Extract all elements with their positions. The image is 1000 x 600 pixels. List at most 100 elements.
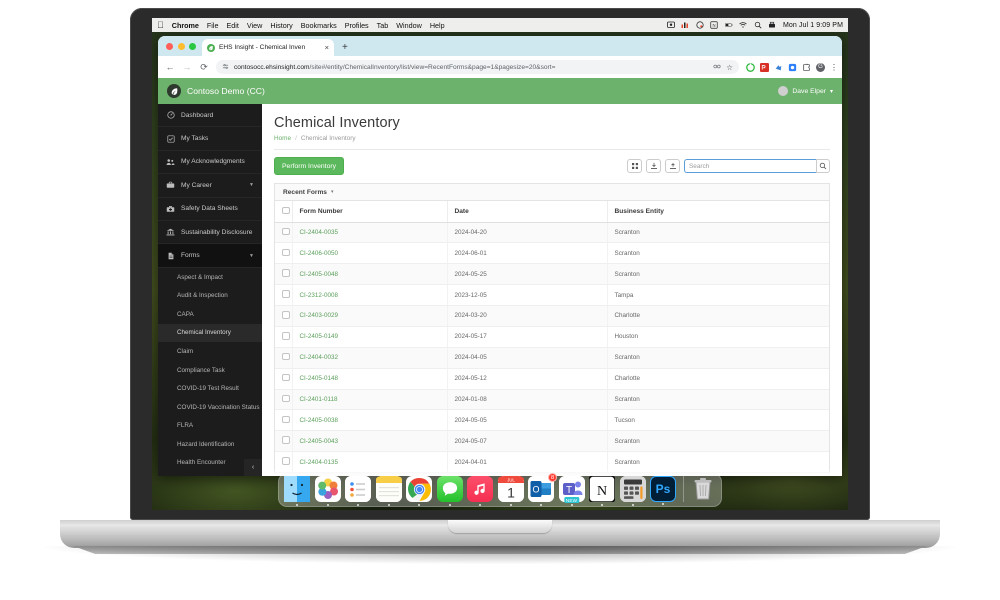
- notion-icon[interactable]: N: [710, 21, 719, 29]
- screen-record-icon[interactable]: [667, 21, 675, 29]
- sidebar-subitem-hazard-identification[interactable]: Hazard Identification: [158, 435, 262, 454]
- chrome-profile-avatar[interactable]: G: [816, 62, 825, 72]
- address-bar[interactable]: contosocc.ehsinsight.com/site#/entity/Ch…: [216, 60, 739, 74]
- menubar-item-tab[interactable]: Tab: [377, 21, 389, 30]
- reader-mode-icon[interactable]: [713, 63, 721, 72]
- sidebar-subitem-aspect-impact[interactable]: Aspect & Impact: [158, 267, 262, 287]
- maximize-window-button[interactable]: [189, 42, 196, 50]
- row-checkbox[interactable]: [282, 332, 290, 340]
- sidebar-item-forms[interactable]: Forms ▼: [158, 244, 262, 268]
- dock-item-notion[interactable]: N: [589, 476, 615, 506]
- bookmark-star-icon[interactable]: ☆: [726, 63, 733, 72]
- sidebar-item-safety-data-sheets[interactable]: Safety Data Sheets: [158, 198, 262, 221]
- sidebar-subitem-capa[interactable]: CAPA: [158, 304, 262, 324]
- form-number-link[interactable]: CI-2405-0149: [300, 333, 339, 340]
- close-window-button[interactable]: [166, 42, 173, 50]
- sidebar-subitem-covid-19-vaccination-status[interactable]: COVID-19 Vaccination Status: [158, 397, 262, 417]
- browser-tab[interactable]: EHS Insight - Chemical Inven ×: [202, 39, 334, 56]
- table-row[interactable]: CI-2403-0029 2024-03-20 Charlotte: [275, 305, 829, 327]
- search-input[interactable]: [684, 159, 816, 173]
- menubar-item-help[interactable]: Help: [430, 21, 445, 30]
- sidebar-subitem-chemical-inventory[interactable]: Chemical Inventory: [158, 323, 262, 343]
- row-checkbox[interactable]: [282, 415, 290, 424]
- row-checkbox[interactable]: [282, 269, 290, 277]
- table-row[interactable]: CI-2405-0048 2024-05-25 Scranton: [275, 263, 829, 286]
- blue-extension-icon[interactable]: [774, 63, 783, 72]
- dock-item-chrome[interactable]: [406, 476, 432, 506]
- row-checkbox[interactable]: [282, 227, 290, 236]
- table-row[interactable]: CI-2405-0043 2024-05-07 Scranton: [275, 430, 829, 453]
- stats-icon[interactable]: [681, 21, 689, 29]
- column-header-business-entity[interactable]: Business Entity: [607, 201, 829, 223]
- row-checkbox[interactable]: [282, 290, 290, 298]
- dock-item-messages[interactable]: [436, 476, 463, 506]
- menubar-item-view[interactable]: View: [247, 21, 262, 30]
- reload-button[interactable]: ⟳: [199, 62, 209, 73]
- menubar-clock[interactable]: Mon Jul 1 9:09 PM: [783, 22, 843, 29]
- form-number-link[interactable]: CI-2405-0043: [300, 438, 339, 445]
- row-checkbox[interactable]: [282, 352, 290, 361]
- form-number-link[interactable]: CI-2401-0118: [300, 396, 338, 403]
- sidebar-item-sustainability-disclosure[interactable]: Sustainability Disclosure: [158, 221, 262, 245]
- row-checkbox[interactable]: [282, 436, 290, 444]
- dock-item-trash[interactable]: [690, 476, 716, 502]
- chrome-menu-button[interactable]: ⋮: [830, 63, 838, 72]
- form-number-link[interactable]: CI-2403-0029: [300, 312, 339, 319]
- user-menu[interactable]: Dave Elper ▾: [778, 86, 833, 96]
- sidebar-item-my-acknowledgments[interactable]: My Acknowledgments: [158, 151, 262, 175]
- sidebar-collapse-button[interactable]: ‹: [244, 459, 262, 476]
- select-all-header[interactable]: [275, 201, 293, 223]
- breadcrumb-home-link[interactable]: Home: [274, 135, 291, 142]
- perform-inventory-button[interactable]: Perform Inventory: [274, 157, 345, 175]
- menubar-item-bookmarks[interactable]: Bookmarks: [301, 21, 337, 30]
- search-icon[interactable]: [816, 159, 830, 173]
- column-header-date[interactable]: Date: [447, 201, 608, 223]
- panel-header[interactable]: Recent Forms ▾: [275, 184, 829, 201]
- sidebar-subitem-compliance-task[interactable]: Compliance Task: [158, 360, 262, 380]
- fax-icon[interactable]: [768, 21, 776, 29]
- dock-item-finder[interactable]: [284, 476, 310, 506]
- table-row[interactable]: CI-2406-0050 2024-06-01 Scranton: [275, 242, 829, 265]
- form-number-link[interactable]: CI-2406-0050: [300, 250, 339, 257]
- sidebar-item-my-tasks[interactable]: My Tasks: [158, 127, 262, 151]
- form-number-link[interactable]: CI-2405-0038: [300, 417, 339, 424]
- puzzle-icon[interactable]: [802, 63, 811, 72]
- sidebar-subitem-covid-19-test-result[interactable]: COVID-19 Test Result: [158, 379, 262, 398]
- dock-item-calculator[interactable]: [619, 476, 646, 506]
- dock-item-notes[interactable]: [375, 476, 402, 506]
- dock-item-reminders[interactable]: [345, 476, 371, 506]
- download-icon[interactable]: [646, 159, 661, 173]
- extension-green-icon[interactable]: [746, 62, 755, 72]
- battery-icon[interactable]: [725, 21, 733, 29]
- table-row[interactable]: CI-2312-0008 2023-12-05 Tampa: [275, 284, 829, 306]
- dock-item-photos[interactable]: [314, 476, 341, 506]
- dock-item-outlook[interactable]: O 8: [528, 473, 557, 506]
- sidebar-subitem-flra[interactable]: FLRA: [158, 416, 262, 436]
- select-all-checkbox[interactable]: [282, 206, 290, 214]
- close-tab-icon[interactable]: ×: [325, 43, 329, 52]
- menubar-item-window[interactable]: Window: [396, 21, 422, 30]
- dock-item-music[interactable]: [467, 476, 493, 506]
- forward-button[interactable]: →: [182, 62, 192, 72]
- row-checkbox[interactable]: [282, 373, 290, 382]
- column-header-form-number[interactable]: Form Number: [292, 201, 448, 223]
- dock-item-calendar[interactable]: JUL 1: [497, 476, 524, 506]
- table-row[interactable]: CI-2404-0032 2024-04-05 Scranton: [275, 347, 829, 369]
- minimize-window-button[interactable]: [177, 42, 185, 50]
- dock-item-photoshop[interactable]: Ps: [650, 476, 676, 505]
- sidebar-subitem-claim[interactable]: Claim: [158, 342, 262, 361]
- apple-logo-icon[interactable]: : [157, 20, 164, 30]
- sidebar-item-dashboard[interactable]: Dashboard: [158, 104, 262, 128]
- menubar-item-history[interactable]: History: [270, 21, 292, 30]
- menubar-item-edit[interactable]: Edit: [227, 21, 239, 30]
- form-number-link[interactable]: CI-2405-0148: [300, 375, 339, 382]
- dock-item-teams[interactable]: T NEW: [558, 476, 585, 506]
- menubar-item-profiles[interactable]: Profiles: [345, 21, 369, 30]
- row-checkbox[interactable]: [282, 311, 290, 319]
- app-brand[interactable]: Contoso Demo (CC): [167, 84, 265, 98]
- control-center-icon[interactable]: [696, 21, 704, 29]
- row-checkbox[interactable]: [282, 394, 290, 403]
- form-number-link[interactable]: CI-2405-0048: [300, 271, 339, 278]
- wifi-icon[interactable]: [739, 21, 748, 29]
- form-number-link[interactable]: CI-2404-0032: [300, 354, 339, 361]
